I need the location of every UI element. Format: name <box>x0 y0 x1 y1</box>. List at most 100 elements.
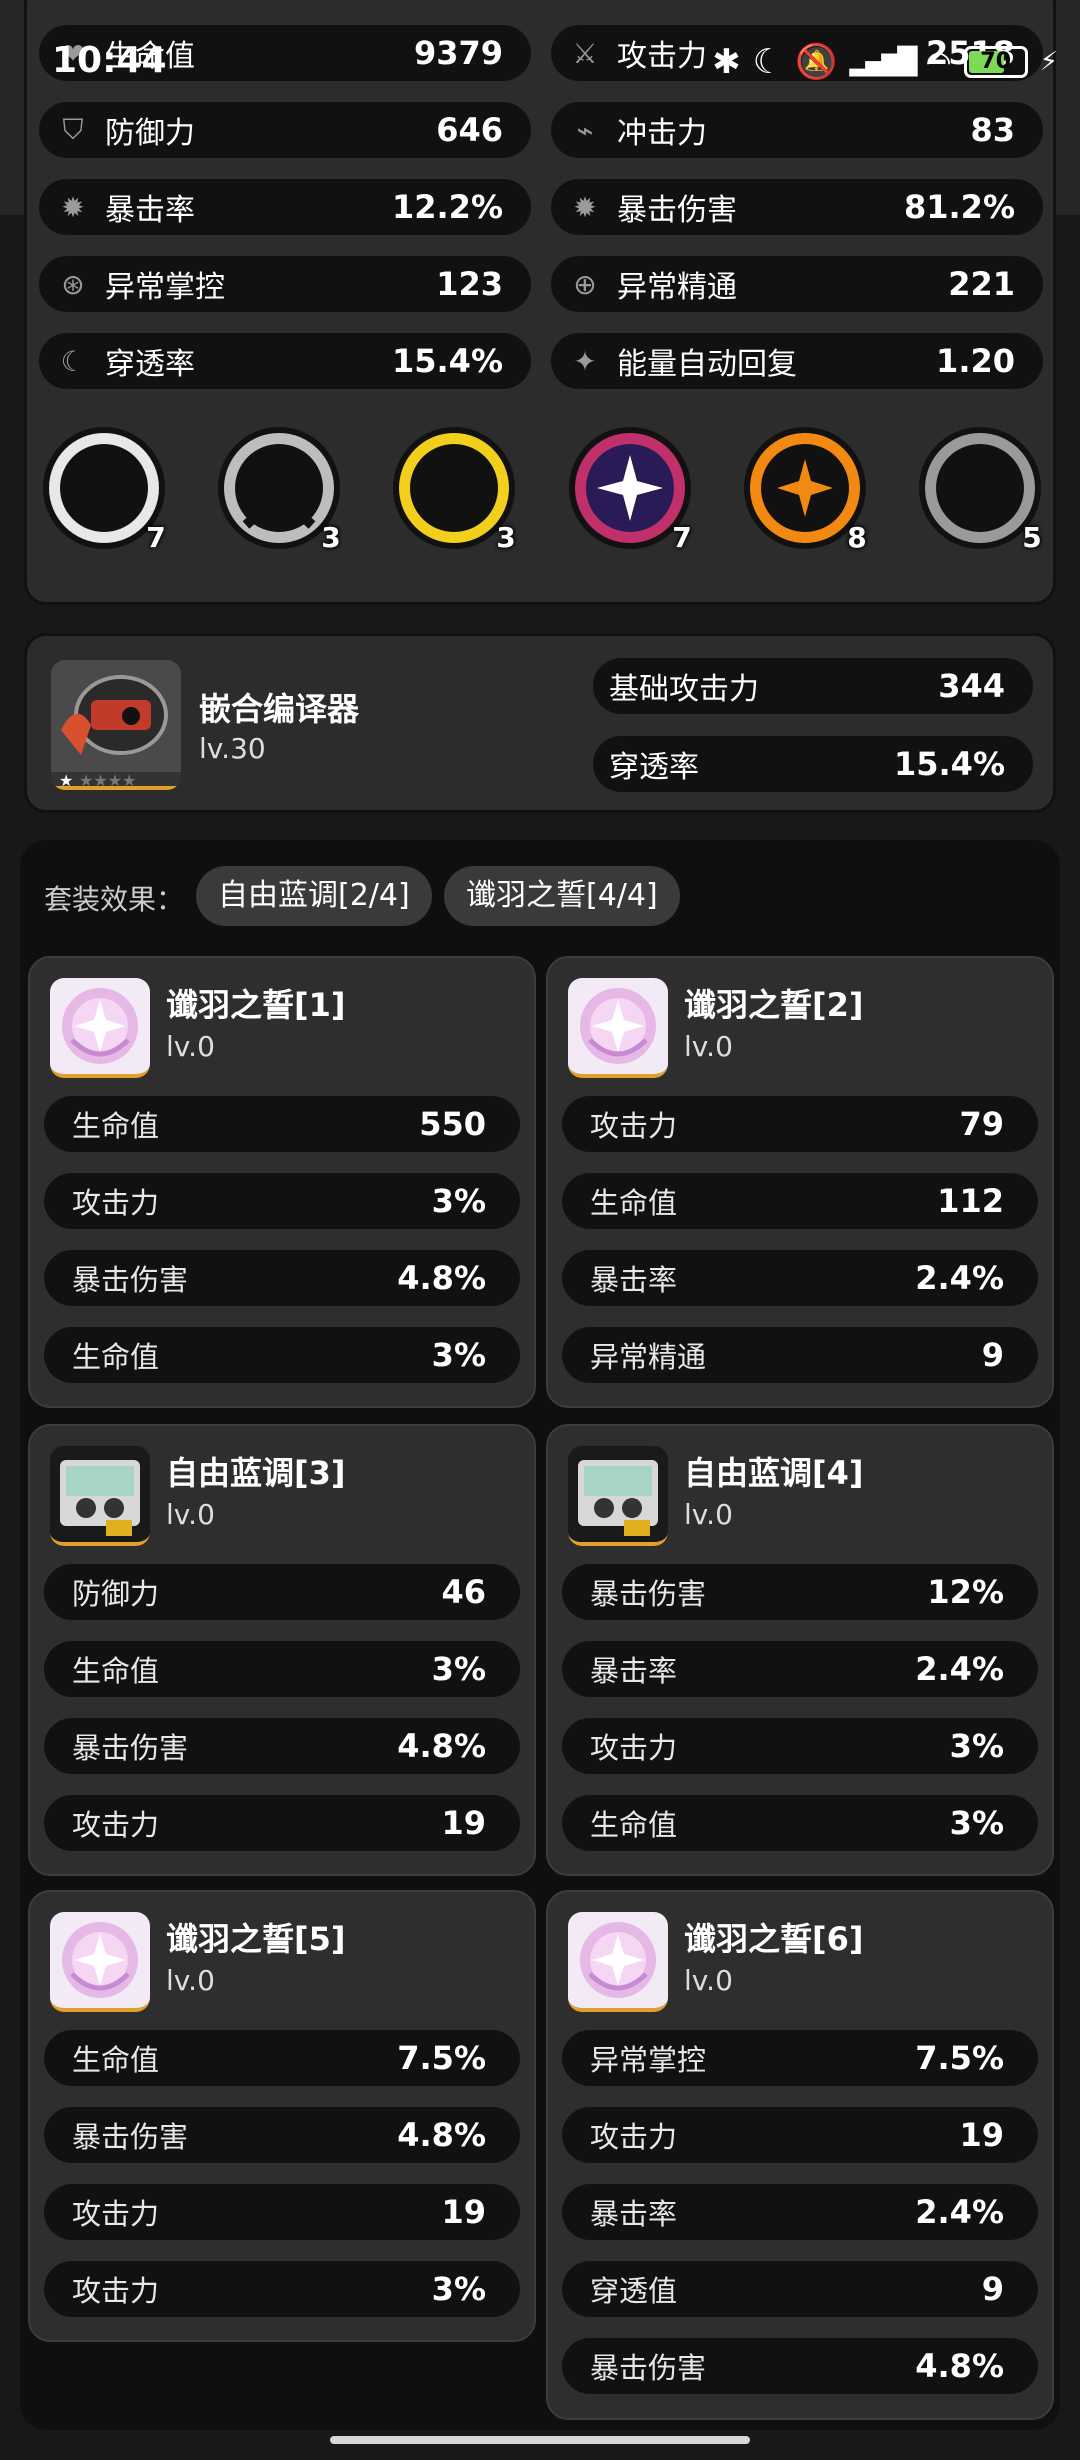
disc-stat-value: 19 <box>441 2193 486 2231</box>
fist-skill-icon[interactable]: 7 <box>41 425 167 554</box>
disc-stat-value: 19 <box>441 1804 486 1842</box>
drive-disc-card[interactable]: 自由蓝调[3] lv.0 防御力 46 生命值 3% 暴击伤害 4.8% 攻击力 19 <box>28 1424 536 1876</box>
disc-stat-value: 7.5% <box>397 2039 486 2077</box>
disc-stat-row: 生命值 7.5% <box>44 2030 520 2086</box>
status-time: 10:44 <box>52 40 167 81</box>
crit-rate-icon: ✹ <box>61 190 85 224</box>
stat-value: 81.2% <box>903 188 1015 226</box>
weapon-stat-label: 穿透率 <box>609 750 699 785</box>
disc-stat-value: 3% <box>431 1650 486 1688</box>
disc-stat-row: 生命值 3% <box>44 1641 520 1697</box>
feather-disc-icon <box>50 978 150 1078</box>
disc-stat-row: 攻击力 19 <box>44 2184 520 2240</box>
drive-disc-card[interactable]: 谶羽之誓[2] lv.0 攻击力 79 生命值 112 暴击率 2.4% 异常精通 9 <box>546 956 1054 1408</box>
disc-stat-value: 3% <box>431 2270 486 2308</box>
disc-stat-value: 2.4% <box>915 2193 1004 2231</box>
disc-stat-row: 攻击力 19 <box>44 1795 520 1851</box>
skill-level-count: 3 <box>321 521 341 554</box>
shield-icon: ⛉ <box>62 113 84 146</box>
bluetooth-icon: ✱ <box>712 42 741 82</box>
home-indicator[interactable] <box>330 2436 750 2444</box>
stat-row: ⛉ 防御力 646 <box>39 102 531 158</box>
drive-disc-card[interactable]: 谶羽之誓[5] lv.0 生命值 7.5% 暴击伤害 4.8% 攻击力 19 攻击力 3% <box>28 1890 536 2342</box>
disc-name: 谶羽之誓[6] <box>684 1920 864 1958</box>
stat-value: 1.20 <box>936 342 1015 380</box>
status-bar: 10:44 ✱ ☾ 🔕 ▂▄▆█ ◠ 70 ⚡ <box>0 40 1080 100</box>
disc-stat-row: 暴击率 2.4% <box>562 2184 1038 2240</box>
disc-stat-row: 穿透值 9 <box>562 2261 1038 2317</box>
disc-stat-value: 12% <box>927 1573 1004 1611</box>
disc-stat-label: 暴击伤害 <box>72 2120 189 2154</box>
energy-regen-icon: ✦ <box>573 344 597 378</box>
disc-stat-value: 79 <box>959 1105 1004 1143</box>
disc-stat-row: 攻击力 19 <box>562 2107 1038 2163</box>
wheel-skill-icon[interactable]: 5 <box>917 425 1043 554</box>
disc-stat-row: 生命值 112 <box>562 1173 1038 1229</box>
disc-stat-row: 暴击伤害 4.8% <box>44 2107 520 2163</box>
disc-stat-label: 生命值 <box>590 1808 678 1842</box>
stat-label: 防御力 <box>105 116 195 151</box>
record-player-disc-icon <box>568 1446 668 1546</box>
charging-icon: ⚡ <box>1039 47 1058 77</box>
stat-value: 221 <box>948 265 1015 303</box>
disc-stat-row: 异常掌控 7.5% <box>562 2030 1038 2086</box>
stat-label: 暴击率 <box>105 193 195 228</box>
stat-row: ✹ 暴击率 12.2% <box>39 179 531 235</box>
disc-level: lv.0 <box>166 1498 215 1531</box>
feather-disc-icon <box>568 1912 668 2012</box>
stat-row: ⊕ 异常精通 221 <box>551 256 1043 312</box>
disc-stat-label: 攻击力 <box>72 1186 160 1220</box>
disc-stat-row: 暴击率 2.4% <box>562 1641 1038 1697</box>
disc-stat-label: 防御力 <box>72 1577 160 1611</box>
disc-stat-label: 异常掌控 <box>590 2043 707 2077</box>
impact-icon: ⌁ <box>576 113 594 147</box>
stat-label: 暴击伤害 <box>617 193 737 228</box>
swap-skill-icon[interactable]: 3 <box>391 425 517 554</box>
disc-stat-value: 3% <box>949 1804 1004 1842</box>
stat-value: 646 <box>436 111 503 149</box>
spiral-skill-icon[interactable]: 8 <box>742 425 868 554</box>
drive-disc-card[interactable]: 自由蓝调[4] lv.0 暴击伤害 12% 暴击率 2.4% 攻击力 3% 生命值 3% <box>546 1424 1054 1876</box>
disc-stat-label: 生命值 <box>72 1340 160 1374</box>
disc-stat-row: 暴击伤害 4.8% <box>44 1250 520 1306</box>
disc-stat-value: 7.5% <box>915 2039 1004 2077</box>
weapon-stat-label: 基础攻击力 <box>609 672 759 707</box>
weapon-stat-row: 穿透率 15.4% <box>593 736 1033 792</box>
disc-stat-label: 暴击率 <box>590 2197 678 2231</box>
set-effect-chip[interactable]: 谶羽之誓[4/4] <box>444 866 680 926</box>
set-effect-chip[interactable]: 自由蓝调[2/4] <box>196 866 432 926</box>
disc-stat-label: 生命值 <box>590 1186 678 1220</box>
stat-label: 异常精通 <box>617 270 737 305</box>
wifi-icon: ◠ <box>925 44 952 80</box>
drive-disc-card[interactable]: 谶羽之誓[1] lv.0 生命值 550 攻击力 3% 暴击伤害 4.8% 生命值 3% <box>28 956 536 1408</box>
disc-stat-row: 暴击伤害 4.8% <box>562 2338 1038 2394</box>
anomaly-control-icon: ⊛ <box>61 267 85 301</box>
stat-value: 15.4% <box>391 342 503 380</box>
weapon-stat-row: 基础攻击力 344 <box>593 658 1033 714</box>
drive-disc-card[interactable]: 谶羽之誓[6] lv.0 异常掌控 7.5% 攻击力 19 暴击率 2.4% 穿透值 9 暴击伤害 4… <box>546 1890 1054 2420</box>
skill-level-count: 7 <box>672 521 692 554</box>
weapon-card[interactable]: ★ ★★★★ 嵌合编译器 lv.30 基础攻击力 344 穿透率 15.4% <box>24 633 1056 813</box>
disc-stat-value: 112 <box>937 1182 1004 1220</box>
feather-disc-icon <box>50 1912 150 2012</box>
disc-stat-label: 生命值 <box>72 1654 160 1688</box>
disc-stat-value: 19 <box>959 2116 1004 2154</box>
disc-stat-row: 攻击力 3% <box>44 1173 520 1229</box>
disc-name: 自由蓝调[4] <box>684 1454 864 1492</box>
skill-level-count: 5 <box>1022 521 1042 554</box>
crit-dmg-icon: ✹ <box>573 190 597 224</box>
disc-stat-value: 3% <box>431 1182 486 1220</box>
skill-level-count: 7 <box>146 521 166 554</box>
disc-stat-row: 生命值 550 <box>44 1096 520 1152</box>
status-icons: ✱ ☾ 🔕 ▂▄▆█ ◠ 70 ⚡ <box>712 42 1058 82</box>
disc-stat-value: 46 <box>441 1573 486 1611</box>
disc-stat-row: 暴击伤害 4.8% <box>44 1718 520 1774</box>
disc-stat-value: 9 <box>981 2270 1004 2308</box>
disc-stat-row: 生命值 3% <box>562 1795 1038 1851</box>
disc-stat-label: 暴击伤害 <box>590 2351 707 2385</box>
chevron-skill-icon[interactable]: 3 <box>216 425 342 554</box>
do-not-disturb-icon: ☾ <box>752 42 784 82</box>
signal-icon: ▂▄▆█ <box>849 47 918 77</box>
weapon-stat-value: 344 <box>938 667 1005 705</box>
star-skill-icon[interactable]: 7 <box>567 425 693 554</box>
